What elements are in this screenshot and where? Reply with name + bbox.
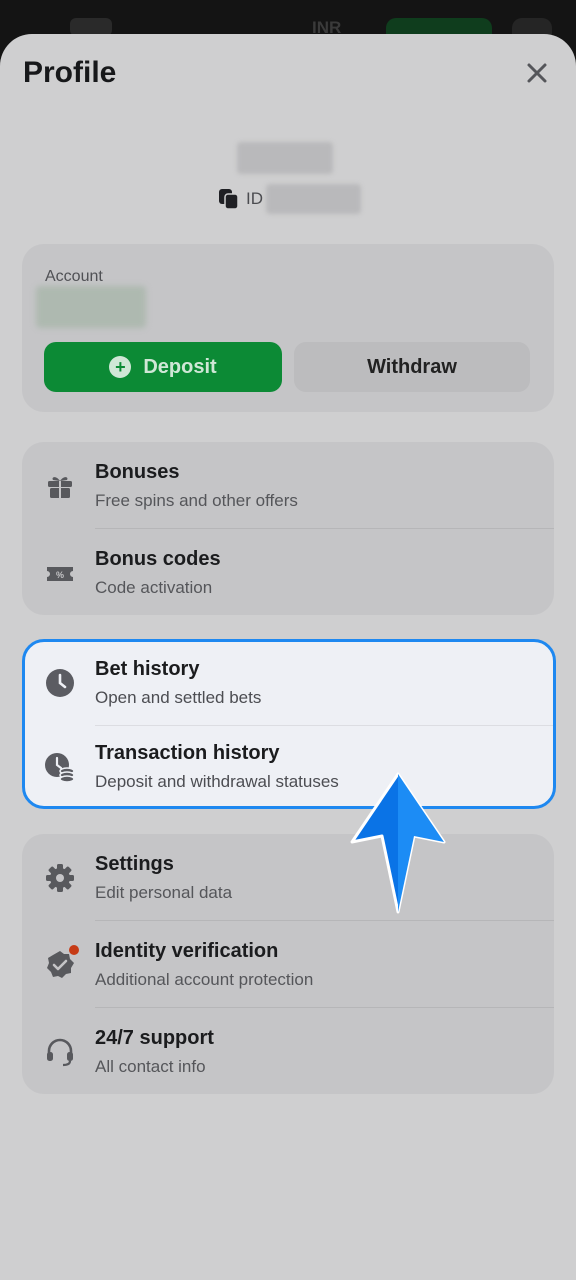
account-label: Account [45, 268, 103, 285]
balance-blurred [36, 286, 146, 328]
close-icon[interactable] [524, 60, 550, 86]
identity-verification-title: Identity verification [95, 940, 279, 962]
identity-verification-subtitle: Additional account protection [95, 970, 314, 989]
ticket-icon: % [47, 567, 73, 581]
user-id-blurred [266, 184, 361, 214]
deposit-label: Deposit [143, 355, 217, 378]
menu-item-support[interactable]: 24/7 support All contact info [22, 1008, 554, 1094]
clock-icon [46, 669, 74, 697]
transaction-history-subtitle: Deposit and withdrawal statuses [95, 772, 339, 791]
account-card: Account + Deposit Withdraw [22, 244, 554, 412]
bonuses-title: Bonuses [95, 461, 180, 483]
username-blurred [237, 142, 333, 174]
copy-icon[interactable] [217, 187, 241, 211]
menu-item-transaction-history[interactable]: Transaction history Deposit and withdraw… [25, 726, 553, 812]
bonus-codes-subtitle: Code activation [95, 578, 213, 597]
bet-history-title: Bet history [95, 658, 200, 680]
pointer-arrow-icon [350, 772, 446, 914]
support-subtitle: All contact info [95, 1057, 206, 1076]
settings-subtitle: Edit personal data [95, 883, 233, 902]
support-title: 24/7 support [95, 1027, 214, 1049]
plus-icon: + [109, 356, 132, 378]
settings-title: Settings [95, 853, 174, 875]
profile-sheet: Profile ID Account + Deposit Withdraw Bo… [0, 34, 576, 1280]
bonus-codes-title: Bonus codes [95, 548, 221, 570]
transaction-history-title: Transaction history [95, 742, 280, 764]
notification-dot [69, 945, 79, 955]
gift-icon [48, 477, 72, 498]
svg-text:%: % [56, 570, 64, 580]
gear-icon [46, 864, 74, 892]
bonus-card: Bonuses Free spins and other offers % Bo… [22, 442, 554, 615]
settings-card: Settings Edit personal data Identity ver… [22, 834, 554, 1094]
bet-history-subtitle: Open and settled bets [95, 688, 262, 707]
menu-item-identity-verification[interactable]: Identity verification Additional account… [22, 921, 554, 1007]
withdraw-button[interactable]: Withdraw [294, 342, 530, 392]
page-title: Profile [23, 56, 117, 89]
deposit-button[interactable]: + Deposit [44, 342, 282, 392]
withdraw-label: Withdraw [367, 355, 457, 378]
id-label: ID [246, 189, 263, 208]
headset-icon [47, 1038, 73, 1067]
history-card: Bet history Open and settled bets Transa… [22, 639, 556, 809]
menu-item-bonuses[interactable]: Bonuses Free spins and other offers [22, 442, 554, 528]
bonuses-subtitle: Free spins and other offers [95, 491, 298, 510]
clock-coins-icon [45, 753, 75, 783]
menu-item-bonus-codes[interactable]: % Bonus codes Code activation [22, 529, 554, 615]
menu-item-bet-history[interactable]: Bet history Open and settled bets [25, 642, 553, 728]
menu-item-settings[interactable]: Settings Edit personal data [22, 834, 554, 920]
